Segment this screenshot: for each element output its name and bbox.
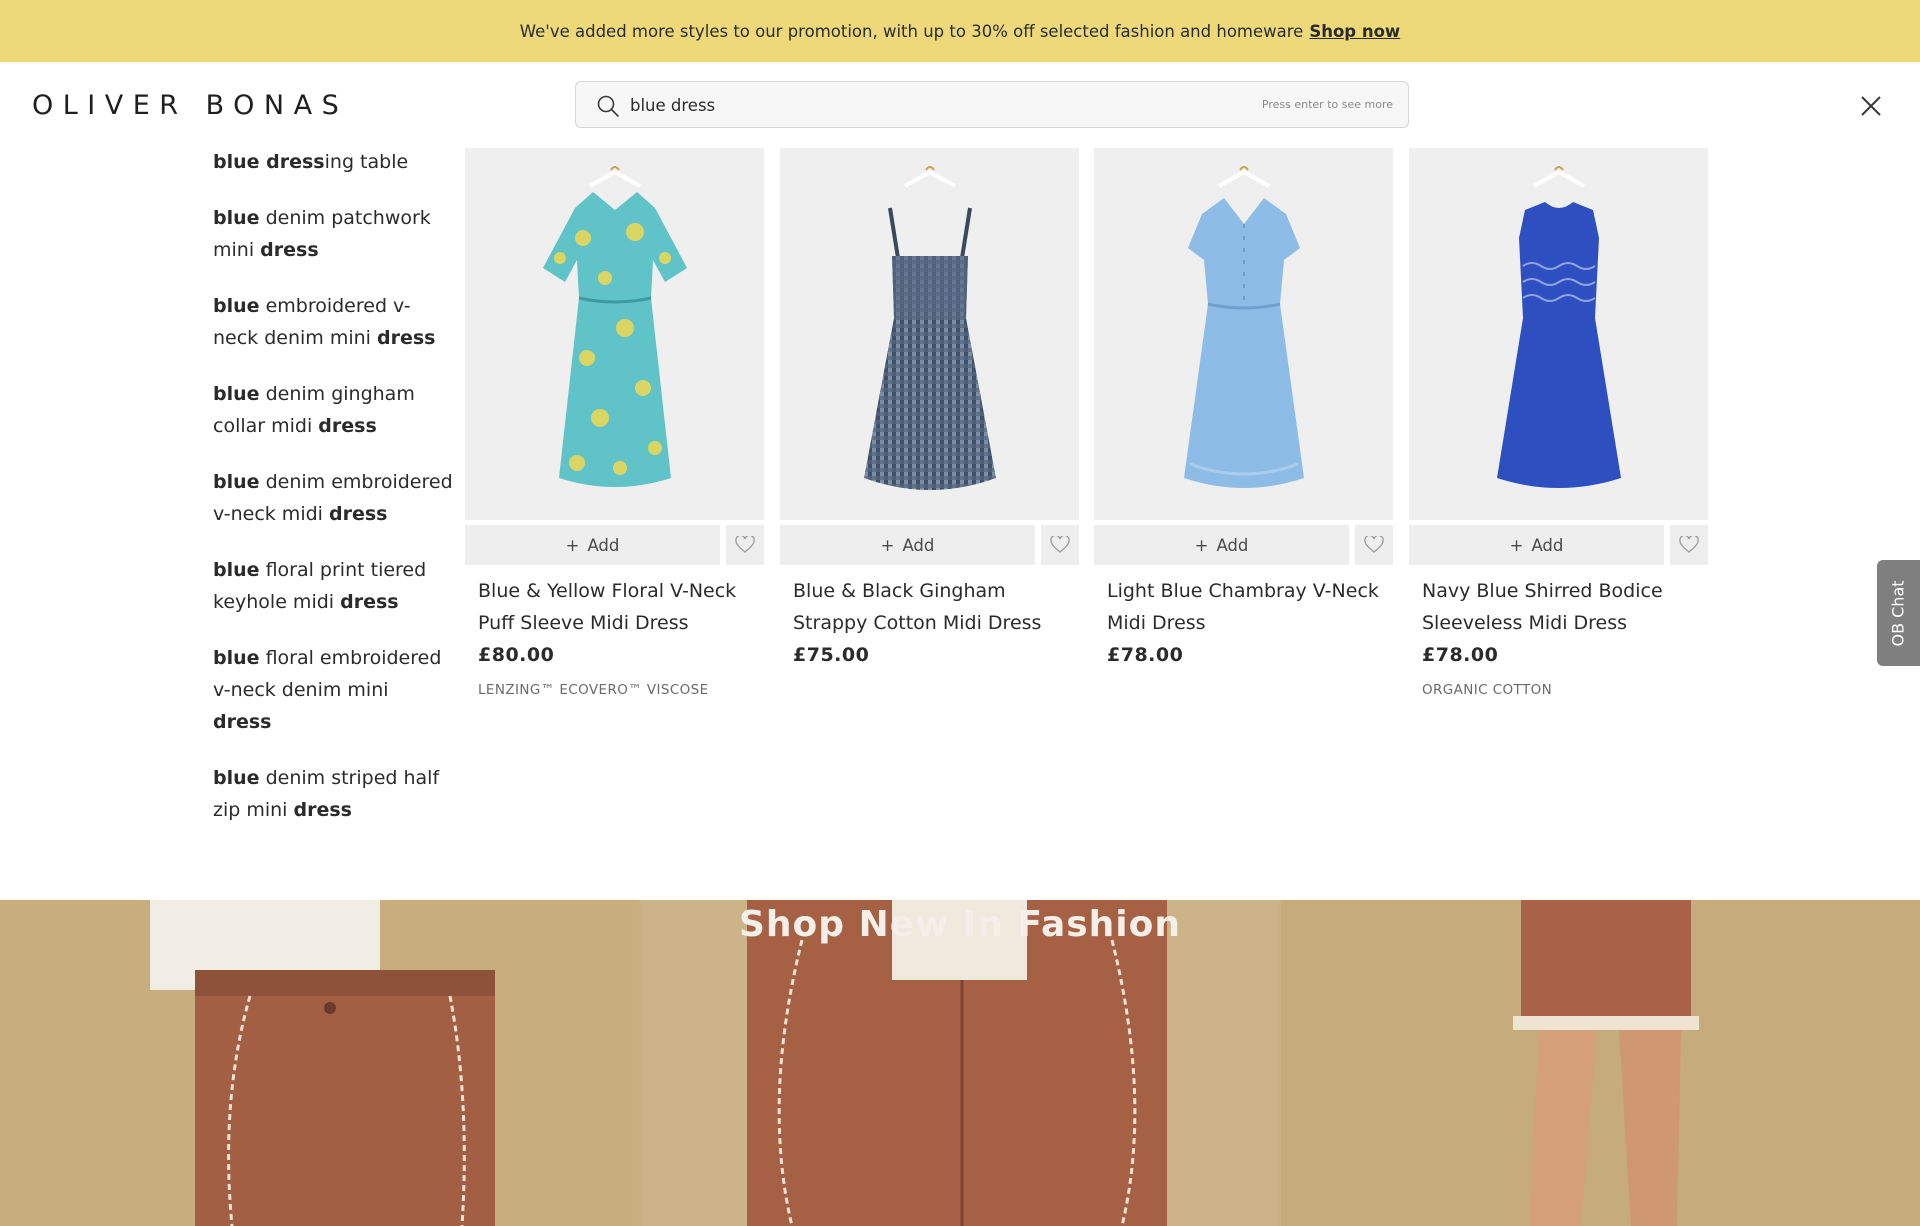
- product-tag: LENZING™ ECOVERO™ VISCOSE: [478, 682, 709, 698]
- product-image[interactable]: [780, 148, 1079, 520]
- dress-image: [1497, 166, 1621, 488]
- shop-now-link[interactable]: Shop now: [1309, 22, 1400, 41]
- header: OLIVER BONAS Press enter to see more: [0, 62, 1920, 148]
- product-price: £78.00: [1422, 644, 1499, 666]
- dress-image: [1184, 166, 1304, 488]
- search-icon: [597, 95, 619, 117]
- product-card: + Add Blue & Yellow Floral V-Neck Puff Sl…: [465, 148, 764, 698]
- product-actions: + Add: [780, 525, 1079, 565]
- suggestion-item[interactable]: blue embroidered v-neck denim mini dress: [213, 290, 453, 354]
- heart-icon: [735, 536, 755, 553]
- product-card: + Add Navy Blue Shirred Bodice Sleeveless…: [1409, 148, 1708, 698]
- product-name[interactable]: Blue & Black Gingham Strappy Cotton Midi…: [793, 575, 1066, 639]
- hero-image-middle: [642, 900, 1278, 1226]
- product-image[interactable]: [465, 148, 764, 520]
- plus-icon: +: [1509, 535, 1524, 555]
- close-icon[interactable]: [1857, 92, 1885, 120]
- search-hint: Press enter to see more: [1261, 98, 1393, 111]
- product-actions: + Add: [1094, 525, 1393, 565]
- product-card: + Add Light Blue Chambray V-Neck Midi Dre…: [1094, 148, 1393, 682]
- hero-banner[interactable]: Shop New In Fashion: [0, 900, 1920, 1226]
- search-suggestions: blue dressing table blue denim patchwork…: [213, 146, 453, 850]
- product-image[interactable]: [1094, 148, 1393, 520]
- product-image[interactable]: [1409, 148, 1708, 520]
- heart-icon: [1364, 536, 1384, 553]
- plus-icon: +: [565, 535, 580, 555]
- suggestion-item[interactable]: blue floral print tiered keyhole midi dr…: [213, 554, 453, 618]
- product-price: £75.00: [793, 644, 870, 666]
- suggestion-item[interactable]: blue dressing table: [213, 146, 453, 178]
- dress-image: [543, 166, 687, 487]
- plus-icon: +: [880, 535, 895, 555]
- wishlist-button[interactable]: [1355, 525, 1393, 565]
- product-name[interactable]: Navy Blue Shirred Bodice Sleeveless Midi…: [1422, 575, 1695, 639]
- plus-icon: +: [1194, 535, 1209, 555]
- search-input[interactable]: [630, 88, 1230, 122]
- product-results: + Add Blue & Yellow Floral V-Neck Puff Sl…: [465, 148, 1708, 708]
- product-actions: + Add: [465, 525, 764, 565]
- product-name[interactable]: Light Blue Chambray V-Neck Midi Dress: [1107, 575, 1380, 639]
- wishlist-button[interactable]: [1041, 525, 1079, 565]
- product-card: + Add Blue & Black Gingham Strappy Cotton…: [780, 148, 1079, 682]
- search-box[interactable]: Press enter to see more: [575, 81, 1409, 128]
- hero-title[interactable]: Shop New In Fashion: [0, 904, 1920, 945]
- wishlist-button[interactable]: [1670, 525, 1708, 565]
- product-price: £80.00: [478, 644, 555, 666]
- suggestion-item[interactable]: blue denim gingham collar midi dress: [213, 378, 453, 442]
- suggestion-item[interactable]: blue denim striped half zip mini dress: [213, 762, 453, 826]
- ob-chat-tab[interactable]: OB Chat: [1877, 560, 1920, 666]
- product-name[interactable]: Blue & Yellow Floral V-Neck Puff Sleeve …: [478, 575, 751, 639]
- product-tag: ORGANIC COTTON: [1422, 682, 1553, 698]
- heart-icon: [1679, 536, 1699, 553]
- add-button[interactable]: + Add: [780, 525, 1035, 565]
- add-button[interactable]: + Add: [1409, 525, 1664, 565]
- product-actions: + Add: [1409, 525, 1708, 565]
- logo[interactable]: OLIVER BONAS: [32, 90, 348, 121]
- promo-banner: We've added more styles to our promotion…: [0, 0, 1920, 62]
- suggestion-item[interactable]: blue denim embroidered v-neck midi dress: [213, 466, 453, 530]
- suggestion-item[interactable]: blue denim patchwork mini dress: [213, 202, 453, 266]
- hero-image-left: [0, 900, 639, 1226]
- suggestion-item[interactable]: blue floral embroidered v-neck denim min…: [213, 642, 453, 738]
- hero-image-right: [1281, 900, 1920, 1226]
- wishlist-button[interactable]: [726, 525, 764, 565]
- add-button[interactable]: + Add: [465, 525, 720, 565]
- ob-chat-label: OB Chat: [1889, 579, 1909, 647]
- promo-text: We've added more styles to our promotion…: [519, 21, 1304, 41]
- product-price: £78.00: [1107, 644, 1184, 666]
- add-button[interactable]: + Add: [1094, 525, 1349, 565]
- dress-image: [864, 166, 996, 490]
- heart-icon: [1050, 536, 1070, 553]
